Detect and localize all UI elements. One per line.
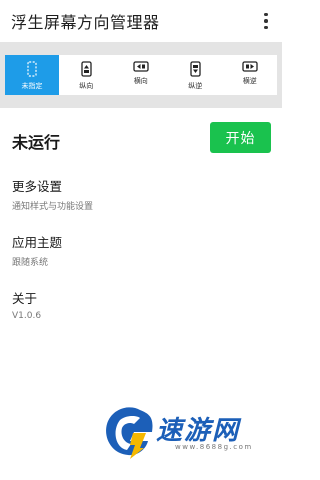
watermark: 速游网 www.8688g.com — [100, 400, 272, 462]
mode-landscape[interactable]: 横向 — [114, 55, 169, 95]
reverse-landscape-icon — [242, 61, 258, 72]
app-title: 浮生屏幕方向管理器 — [11, 13, 160, 32]
app-bar: 浮生屏幕方向管理器 — [0, 0, 282, 42]
mode-label: 横向 — [133, 77, 148, 85]
setting-title: 更多设置 — [12, 179, 63, 194]
unspecified-icon — [27, 61, 37, 77]
more-vert-icon[interactable] — [258, 11, 274, 31]
watermark-logo-icon — [106, 407, 153, 459]
service-status: 未运行 — [12, 133, 61, 152]
setting-subtitle: 跟随系统 — [12, 258, 49, 268]
setting-about[interactable]: 关于 V1.0.6 — [12, 288, 272, 321]
mode-label: 纵逆 — [188, 82, 203, 90]
mode-reverse-landscape[interactable]: 横逆 — [223, 55, 278, 95]
watermark-url: www.8688g.com — [175, 443, 253, 451]
setting-subtitle: 通知样式与功能设置 — [12, 202, 94, 212]
setting-app-theme[interactable]: 应用主题 跟随系统 — [12, 232, 272, 268]
reverse-portrait-icon — [190, 61, 201, 77]
orientation-mode-strip: 未指定 纵向 横向 纵逆 横逆 — [5, 55, 277, 95]
start-button[interactable]: 开始 — [210, 122, 271, 153]
orientation-mode-bar: 未指定 纵向 横向 纵逆 横逆 — [0, 42, 282, 108]
setting-more-settings[interactable]: 更多设置 通知样式与功能设置 — [12, 176, 272, 212]
setting-title: 关于 — [12, 291, 38, 306]
setting-subtitle: V1.0.6 — [12, 311, 42, 321]
mode-unspecified[interactable]: 未指定 — [5, 55, 59, 95]
mode-label: 纵向 — [79, 82, 94, 90]
mode-label: 未指定 — [21, 82, 43, 90]
mode-label: 横逆 — [242, 77, 257, 85]
watermark-text: 速游网 — [156, 416, 241, 446]
setting-title: 应用主题 — [12, 235, 63, 250]
mode-portrait[interactable]: 纵向 — [59, 55, 114, 95]
landscape-icon — [133, 61, 149, 72]
service-status-row: 未运行 开始 — [0, 120, 282, 158]
mode-reverse-portrait[interactable]: 纵逆 — [168, 55, 223, 95]
portrait-icon — [81, 61, 92, 77]
